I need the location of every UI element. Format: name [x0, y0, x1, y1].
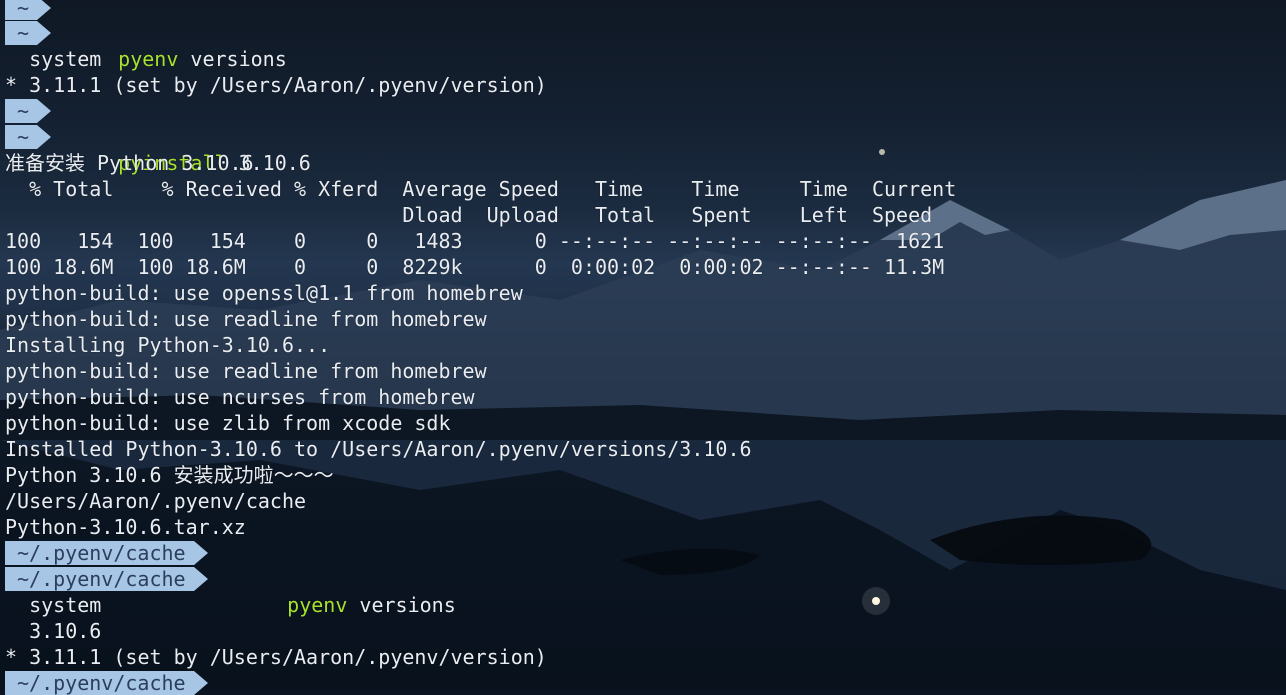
- curl-header-line: Dload Upload Total Spent Left Speed: [5, 203, 933, 227]
- output-line: Python-3.10.6.tar.xz: [5, 515, 246, 539]
- output-line: Python 3.10.6 安装成功啦～～～: [5, 463, 334, 487]
- command-args: versions: [347, 593, 456, 617]
- curl-header-line: % Total % Received % Xferd Average Speed…: [5, 177, 957, 201]
- prompt-cwd: ~: [5, 0, 52, 20]
- prompt-cwd: ~: [5, 125, 52, 149]
- prompt-cwd: ~/.pyenv/cache: [5, 567, 208, 591]
- output-line: * 3.11.1 (set by /Users/Aaron/.pyenv/ver…: [5, 645, 547, 669]
- output-line: python-build: use zlib from xcode sdk: [5, 411, 451, 435]
- output-line: system: [5, 593, 102, 617]
- command-line: pyinstall 3.10.6: [70, 124, 311, 175]
- command-args: versions: [178, 47, 287, 71]
- prompt-cwd: ~: [5, 21, 52, 45]
- curl-progress-line: 100 18.6M 100 18.6M 0 0 8229k 0 0:00:02 …: [5, 255, 945, 279]
- command-line: pyenv versions: [70, 20, 287, 71]
- command-name: pyenv: [287, 593, 348, 617]
- curl-progress-line: 100 154 100 154 0 0 1483 0 --:--:-- --:-…: [5, 229, 945, 253]
- command-line: pyenv versions: [239, 566, 456, 617]
- output-line: Installing Python-3.10.6...: [5, 333, 331, 357]
- output-line: * 3.11.1 (set by /Users/Aaron/.pyenv/ver…: [5, 73, 547, 97]
- prompt-cwd: ~/.pyenv/cache: [5, 671, 208, 695]
- output-line: /Users/Aaron/.pyenv/cache: [5, 489, 307, 513]
- output-line: system: [5, 47, 102, 71]
- terminal-window[interactable]: ~ ~ pyenv versions system * 3.11.1 (set …: [0, 0, 1286, 695]
- prompt-cwd: ~: [5, 99, 52, 123]
- output-line: python-build: use openssl@1.1 from homeb…: [5, 281, 523, 305]
- prompt-cwd: ~/.pyenv/cache: [5, 541, 208, 565]
- command-name: pyenv: [118, 47, 179, 71]
- output-line: Installed Python-3.10.6 to /Users/Aaron/…: [5, 437, 752, 461]
- output-line: 准备安装 Python 3.10.6: [5, 151, 254, 175]
- output-line: 3.10.6: [5, 619, 102, 643]
- output-line: python-build: use readline from homebrew: [5, 307, 487, 331]
- output-line: python-build: use readline from homebrew: [5, 359, 487, 383]
- output-line: python-build: use ncurses from homebrew: [5, 385, 475, 409]
